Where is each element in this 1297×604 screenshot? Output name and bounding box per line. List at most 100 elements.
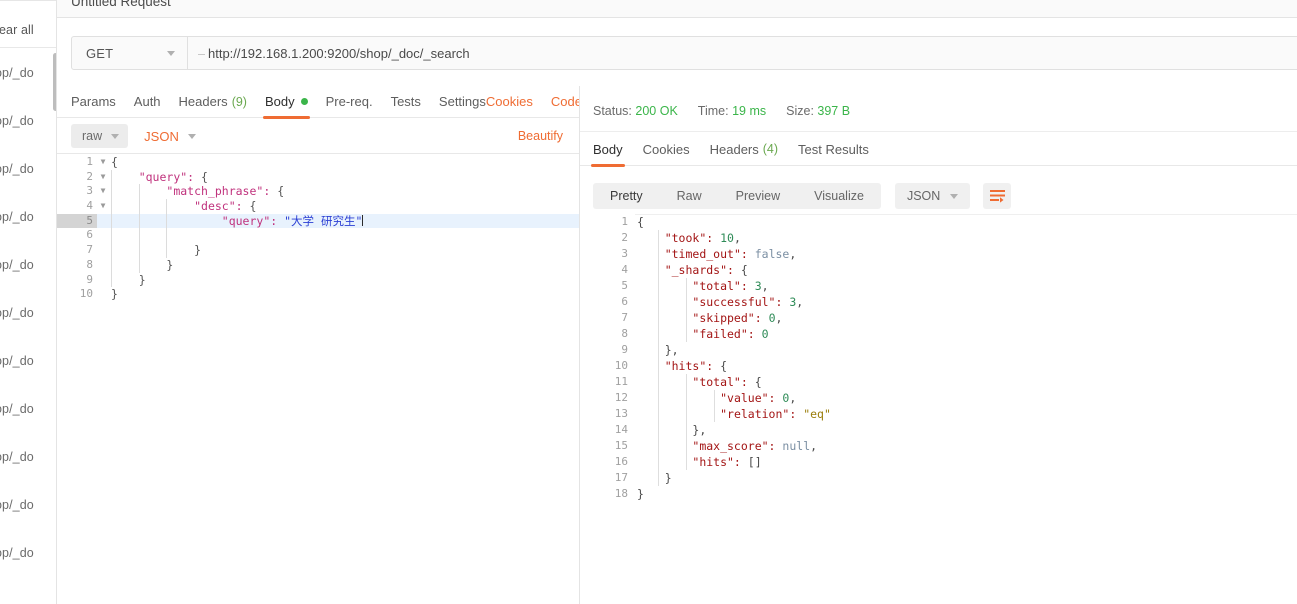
- response-tab-testresults[interactable]: Test Results: [798, 133, 869, 166]
- size-badge: Size: 397 B: [786, 104, 850, 118]
- indent-guide: [138, 243, 140, 258]
- indent-guide: [713, 390, 715, 406]
- response-format-dropdown[interactable]: JSON: [894, 183, 971, 209]
- history-item-label: op/_do: [0, 450, 34, 464]
- history-item[interactable]: op/_do: [0, 433, 57, 481]
- body-options-row: raw JSON Beautify: [57, 119, 579, 154]
- request-code-line[interactable]: 3 ▼ "match_phrase": {: [57, 184, 579, 200]
- fold-arrow-icon[interactable]: ▼: [97, 184, 109, 199]
- history-item[interactable]: op/_do: [0, 145, 57, 193]
- indent-guide: [166, 243, 168, 258]
- history-list: op/_do op/_do op/_do op/_do op/_do op/_do op/_…: [0, 49, 57, 577]
- response-code-line: 16 "hits": []: [580, 454, 1297, 470]
- tab-headers[interactable]: Headers (9): [179, 86, 247, 118]
- request-code-line[interactable]: 9 }: [57, 272, 579, 288]
- code-text: },: [664, 343, 679, 357]
- history-item[interactable]: op/_do: [0, 481, 57, 529]
- code-text: },: [692, 423, 707, 437]
- clear-all-button[interactable]: Clear all: [0, 23, 34, 37]
- chevron-down-icon: [187, 133, 196, 139]
- request-code-line[interactable]: 7 }: [57, 243, 579, 258]
- response-tab-body[interactable]: Body: [591, 133, 625, 167]
- response-code-line: 4 "_shards": {: [580, 262, 1297, 278]
- history-item-label: op/_do: [0, 162, 34, 176]
- request-code-line[interactable]: 2 ▼ "query": {: [57, 169, 579, 185]
- tab-body[interactable]: Body: [262, 86, 310, 119]
- url-input[interactable]: http://192.168.1.200:9200/shop/_doc/_sea…: [188, 37, 1297, 69]
- response-tab-label: Test Results: [798, 141, 869, 157]
- tab-settings[interactable]: Settings: [439, 86, 486, 118]
- request-code-line[interactable]: 6: [57, 228, 579, 244]
- history-item[interactable]: op/_do: [0, 337, 57, 385]
- response-code-line: 11 "total": {: [580, 374, 1297, 390]
- request-code-line[interactable]: 5 "query": "大学 研究生": [57, 213, 579, 229]
- indent-guide: [138, 184, 140, 200]
- request-code-line[interactable]: 10}: [57, 287, 579, 302]
- url-value: http://192.168.1.200:9200/shop/_doc/_sea…: [208, 45, 470, 61]
- view-mode-raw[interactable]: Raw: [660, 183, 719, 209]
- sidebar-top-divider: [0, 0, 57, 1]
- indent-guide: [658, 294, 659, 310]
- indent-guide: [713, 406, 715, 422]
- indent-guide: [111, 228, 112, 244]
- indent-guide: [658, 454, 659, 470]
- request-panel: Untitled Request GET http://192.168.1.20…: [57, 0, 1297, 604]
- response-tab-count: (4): [762, 142, 779, 156]
- fold-arrow-icon[interactable]: ▼: [97, 170, 109, 185]
- history-item[interactable]: op/_do: [0, 241, 57, 289]
- indent-guide: [111, 199, 112, 214]
- fold-arrow-icon[interactable]: ▼: [97, 199, 109, 214]
- response-body-editor[interactable]: 1{2 "took": 10, 3 "timed_out": false, 4 "_…: [580, 214, 1297, 604]
- history-item[interactable]: op/_do: [0, 193, 57, 241]
- request-code-line[interactable]: 4 ▼ "desc": {: [57, 199, 579, 214]
- tab-tests[interactable]: Tests: [391, 86, 421, 118]
- response-tab-label: Cookies: [642, 141, 690, 157]
- code-text: "query": "大学 研究生": [221, 213, 364, 228]
- tab-code[interactable]: Code: [551, 86, 582, 118]
- chevron-down-icon: [950, 193, 959, 199]
- tab-cookies[interactable]: Cookies: [486, 86, 533, 118]
- indent-guide: [138, 228, 140, 244]
- beautify-button[interactable]: Beautify: [518, 129, 563, 143]
- line-number: 7: [86, 243, 93, 257]
- code-text: "successful": 3,: [692, 295, 804, 309]
- clear-all-row[interactable]: Clear all: [0, 12, 57, 48]
- indent-guide: [138, 213, 140, 229]
- tab-prereq[interactable]: Pre-req.: [326, 86, 373, 118]
- request-code-line[interactable]: 1 ▼{: [57, 155, 579, 170]
- view-mode-pretty[interactable]: Pretty: [593, 183, 660, 209]
- request-body-editor[interactable]: 1 ▼{2 ▼ "query": {3 ▼ "match_phrase": {4 ▼ "…: [57, 155, 579, 604]
- line-number: 9: [86, 272, 93, 286]
- response-tab-headers[interactable]: Headers (4): [710, 133, 778, 166]
- url-bar: GET http://192.168.1.200:9200/shop/_doc/…: [71, 36, 1297, 70]
- word-wrap-toggle[interactable]: [983, 183, 1012, 209]
- history-item[interactable]: op/_do: [0, 529, 57, 577]
- body-format-dropdown[interactable]: JSON: [144, 129, 196, 144]
- code-text: "relation": "eq": [720, 407, 831, 421]
- indent-guide: [658, 326, 659, 342]
- history-item[interactable]: op/_do: [0, 289, 57, 337]
- line-number: 11: [614, 375, 628, 388]
- tab-auth[interactable]: Auth: [134, 86, 161, 118]
- history-item[interactable]: op/_do: [0, 49, 57, 97]
- view-mode-visualize[interactable]: Visualize: [797, 183, 881, 209]
- body-mode-dropdown[interactable]: raw: [71, 124, 129, 148]
- request-code-line[interactable]: 8 }: [57, 257, 579, 273]
- line-number: 1: [621, 215, 628, 228]
- fold-arrow-icon[interactable]: ▼: [97, 155, 109, 170]
- response-tab-label: Body: [593, 141, 623, 157]
- tab-label: Cookies: [485, 94, 533, 109]
- http-method-dropdown[interactable]: GET: [72, 37, 188, 69]
- body-present-dot-icon: [300, 98, 308, 105]
- tab-params[interactable]: Params: [71, 86, 116, 118]
- view-mode-preview[interactable]: Preview: [719, 183, 797, 209]
- indent-guide: [111, 213, 112, 229]
- request-tab-title[interactable]: Untitled Request: [71, 0, 171, 9]
- tab-label: Tests: [390, 94, 421, 109]
- indent-guide: [685, 374, 687, 390]
- response-tabs: Body Cookies Headers (4) Test Results: [580, 133, 1297, 167]
- history-item[interactable]: op/_do: [0, 97, 57, 145]
- history-item[interactable]: op/_do: [0, 385, 57, 433]
- code-text: }: [111, 287, 118, 302]
- response-tab-cookies[interactable]: Cookies: [643, 133, 690, 166]
